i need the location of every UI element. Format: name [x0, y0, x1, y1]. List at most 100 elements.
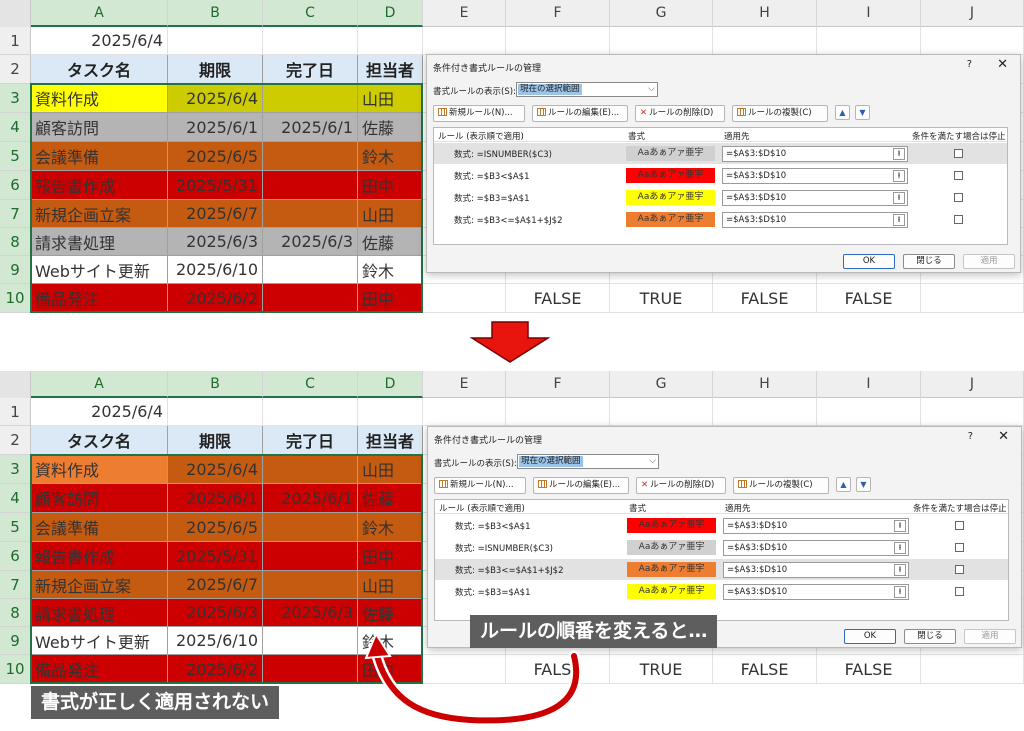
row-header-4[interactable]: 4: [0, 113, 31, 142]
rule-applies-to-field[interactable]: =$A$3:$D$10 ⭱: [723, 518, 909, 534]
date-cell-a1[interactable]: 2025/6/4: [31, 398, 168, 426]
column-header-c[interactable]: C: [263, 0, 358, 27]
empty-cell[interactable]: [358, 27, 423, 55]
header-cell[interactable]: 期限: [168, 426, 263, 455]
rule-row[interactable]: 数式: =$B3=$A$1 Aaあぁアァ亜宇 =$A$3:$D$10 ⭱: [435, 581, 1008, 602]
row-header-1[interactable]: 1: [0, 398, 31, 426]
header-cell[interactable]: 担当者: [358, 426, 423, 455]
empty-cell[interactable]: [817, 27, 921, 55]
ok-button[interactable]: OK: [843, 254, 895, 269]
empty-cell[interactable]: [713, 27, 817, 55]
column-header-f[interactable]: F: [506, 0, 610, 27]
header-cell[interactable]: 完了日: [263, 55, 358, 84]
due-date-cell[interactable]: 2025/6/4: [168, 84, 263, 113]
column-header-b[interactable]: B: [168, 0, 263, 27]
completed-date-cell[interactable]: [263, 84, 358, 113]
completed-date-cell[interactable]: [263, 513, 358, 542]
due-date-cell[interactable]: 2025/5/31: [168, 542, 263, 571]
boolean-cell[interactable]: FALSE: [817, 284, 921, 313]
move-up-icon[interactable]: ▲: [835, 105, 850, 120]
completed-date-cell[interactable]: [263, 142, 358, 171]
help-button[interactable]: ?: [968, 431, 973, 442]
empty-cell[interactable]: [610, 27, 713, 55]
move-up-icon[interactable]: ▲: [836, 477, 851, 492]
header-cell[interactable]: タスク名: [31, 426, 168, 455]
stop-if-true-checkbox[interactable]: [954, 215, 963, 224]
header-cell[interactable]: 完了日: [263, 426, 358, 455]
completed-date-cell[interactable]: [263, 655, 358, 684]
row-header-3[interactable]: 3: [0, 84, 31, 113]
task-name-cell[interactable]: 新規企画立案: [31, 200, 168, 228]
new-rule-button[interactable]: 新規ルール(N)...: [433, 105, 525, 122]
row-header-7[interactable]: 7: [0, 200, 31, 228]
task-name-cell[interactable]: 請求書処理: [31, 599, 168, 627]
owner-cell[interactable]: 鈴木: [358, 142, 423, 171]
column-header-g[interactable]: G: [610, 371, 713, 398]
ok-button[interactable]: OK: [844, 629, 896, 644]
delete-rule-button[interactable]: ✕ ルールの削除(D): [635, 105, 725, 122]
header-cell[interactable]: タスク名: [31, 55, 168, 84]
owner-cell[interactable]: 山田: [358, 84, 423, 113]
row-header-6[interactable]: 6: [0, 171, 31, 200]
row-header-2[interactable]: 2: [0, 55, 31, 84]
duplicate-rule-button[interactable]: ルールの複製(C): [732, 105, 828, 122]
column-header-a[interactable]: A: [31, 371, 168, 398]
edit-rule-button[interactable]: ルールの編集(E)...: [533, 477, 629, 494]
boolean-cell[interactable]: FALSE: [506, 655, 610, 684]
stop-if-true-checkbox[interactable]: [955, 587, 964, 596]
column-header-b[interactable]: B: [168, 371, 263, 398]
rule-row[interactable]: 数式: =ISNUMBER($C3) Aaあぁアァ亜宇 =$A$3:$D$10 ⭱: [435, 537, 1008, 558]
task-name-cell[interactable]: Webサイト更新: [31, 627, 168, 655]
completed-date-cell[interactable]: 2025/6/1: [263, 113, 358, 142]
owner-cell[interactable]: 山田: [358, 455, 423, 484]
rule-row[interactable]: 数式: =ISNUMBER($C3) Aaあぁアァ亜宇 =$A$3:$D$10 ⭱: [434, 143, 1007, 164]
owner-cell[interactable]: 佐藤: [358, 599, 423, 627]
empty-cell[interactable]: [817, 398, 921, 426]
owner-cell[interactable]: 佐藤: [358, 228, 423, 256]
empty-cell[interactable]: [506, 27, 610, 55]
stop-if-true-checkbox[interactable]: [955, 543, 964, 552]
column-header-h[interactable]: H: [713, 371, 817, 398]
task-name-cell[interactable]: Webサイト更新: [31, 256, 168, 284]
empty-cell[interactable]: [921, 27, 1024, 55]
column-header-a[interactable]: A: [31, 0, 168, 27]
rule-row[interactable]: 数式: =$B3<$A$1 Aaあぁアァ亜宇 =$A$3:$D$10 ⭱: [435, 515, 1008, 536]
empty-cell[interactable]: [168, 27, 263, 55]
column-header-e[interactable]: E: [423, 0, 506, 27]
close-icon[interactable]: ✕: [997, 57, 1008, 72]
rule-applies-to-field[interactable]: =$A$3:$D$10 ⭱: [722, 146, 908, 162]
range-select-icon[interactable]: ⭱: [893, 214, 905, 226]
row-header-6[interactable]: 6: [0, 542, 31, 571]
edit-rule-button[interactable]: ルールの編集(E)...: [532, 105, 628, 122]
column-header-h[interactable]: H: [713, 0, 817, 27]
row-header-1[interactable]: 1: [0, 27, 31, 55]
range-select-icon[interactable]: ⭱: [894, 520, 906, 532]
range-select-icon[interactable]: ⭱: [894, 586, 906, 598]
rule-row[interactable]: 数式: =$B3<=$A$1+$J$2 Aaあぁアァ亜宇 =$A$3:$D$10 ⭱: [434, 209, 1007, 230]
empty-cell[interactable]: [423, 27, 506, 55]
completed-date-cell[interactable]: [263, 200, 358, 228]
due-date-cell[interactable]: 2025/6/7: [168, 571, 263, 599]
rule-applies-to-field[interactable]: =$A$3:$D$10 ⭱: [722, 168, 908, 184]
rule-applies-to-field[interactable]: =$A$3:$D$10 ⭱: [723, 584, 909, 600]
stop-if-true-checkbox[interactable]: [955, 565, 964, 574]
due-date-cell[interactable]: 2025/6/4: [168, 455, 263, 484]
help-button[interactable]: ?: [967, 59, 972, 70]
task-name-cell[interactable]: 顧客訪問: [31, 484, 168, 513]
due-date-cell[interactable]: 2025/6/3: [168, 599, 263, 627]
due-date-cell[interactable]: 2025/6/7: [168, 200, 263, 228]
column-header-c[interactable]: C: [263, 371, 358, 398]
apply-button[interactable]: 適用: [963, 254, 1015, 269]
task-name-cell[interactable]: 顧客訪問: [31, 113, 168, 142]
row-header-5[interactable]: 5: [0, 513, 31, 542]
task-name-cell[interactable]: 会議準備: [31, 142, 168, 171]
completed-date-cell[interactable]: [263, 171, 358, 200]
boolean-cell[interactable]: FALSE: [817, 655, 921, 684]
column-header-g[interactable]: G: [610, 0, 713, 27]
due-date-cell[interactable]: 2025/6/10: [168, 256, 263, 284]
owner-cell[interactable]: 鈴木: [358, 627, 423, 655]
task-name-cell[interactable]: 新規企画立案: [31, 571, 168, 599]
rule-row[interactable]: 数式: =$B3<=$A$1+$J$2 Aaあぁアァ亜宇 =$A$3:$D$10 ⭱: [435, 559, 1008, 580]
task-name-cell[interactable]: 備品発注: [31, 655, 168, 684]
close-icon[interactable]: ✕: [998, 429, 1009, 444]
